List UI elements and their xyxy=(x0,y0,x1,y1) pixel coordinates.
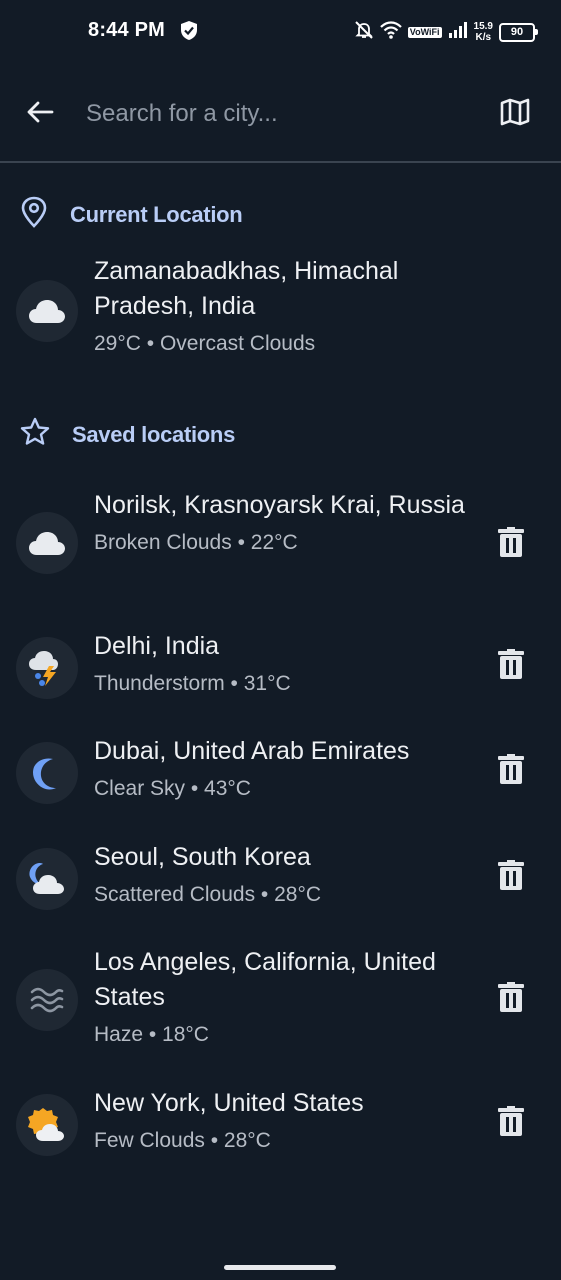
arrow-left-icon xyxy=(26,100,54,129)
location-name: Seoul, South Korea xyxy=(94,843,311,871)
status-bar: 8:44 PM VoWiFi 15.9 K/s 90 xyxy=(0,0,561,62)
location-detail: Clear Sky • 43°C xyxy=(94,777,251,800)
saved-locations-title: Saved locations xyxy=(72,421,236,447)
location-detail: Scattered Clouds • 28°C xyxy=(94,883,322,906)
sun-cloud-icon xyxy=(16,1094,78,1156)
location-detail: Haze • 18°C xyxy=(94,1023,209,1046)
haze-icon xyxy=(16,969,78,1031)
moon-icon xyxy=(16,742,78,804)
delete-button[interactable] xyxy=(491,857,531,897)
wifi-icon xyxy=(380,20,402,44)
location-detail: Few Clouds • 28°C xyxy=(94,1129,271,1152)
search-divider xyxy=(0,161,561,163)
location-name: Zamanabadkhas, Himachal Pradesh, India xyxy=(94,257,399,320)
current-location-header: Current Location xyxy=(20,196,243,233)
status-icons: VoWiFi 15.9 K/s 90 xyxy=(354,16,538,48)
location-name: Norilsk, Krasnoyarsk Krai, Russia xyxy=(94,491,465,519)
trash-icon xyxy=(498,526,524,562)
shield-icon xyxy=(180,20,198,46)
moon-cloud-icon xyxy=(16,848,78,910)
battery-level: 90 xyxy=(510,26,524,38)
location-name: Los Angeles, California, United States xyxy=(94,948,436,1011)
location-name: Delhi, India xyxy=(94,632,220,660)
back-button[interactable] xyxy=(20,94,60,134)
trash-icon xyxy=(498,859,524,895)
cloud-icon xyxy=(16,280,78,342)
trash-icon xyxy=(498,981,524,1017)
delete-button[interactable] xyxy=(491,1103,531,1143)
star-icon xyxy=(20,417,50,452)
map-button[interactable] xyxy=(495,94,535,134)
network-speed: 15.9 K/s xyxy=(474,21,493,43)
location-detail: 29°C • Overcast Clouds xyxy=(94,332,316,355)
cloud-icon xyxy=(16,512,78,574)
location-detail: Thunderstorm • 31°C xyxy=(94,672,291,695)
battery-icon: 90 xyxy=(499,22,538,42)
network-speed-unit: K/s xyxy=(475,32,492,43)
search-input[interactable] xyxy=(86,96,476,132)
home-indicator[interactable] xyxy=(224,1265,336,1270)
status-time: 8:44 PM xyxy=(88,19,165,41)
delete-button[interactable] xyxy=(491,979,531,1019)
thunderstorm-icon xyxy=(16,637,78,699)
delete-button[interactable] xyxy=(491,646,531,686)
saved-locations-header: Saved locations xyxy=(20,417,235,452)
location-detail: Broken Clouds • 22°C xyxy=(94,531,298,554)
network-speed-value: 15.9 xyxy=(473,21,493,32)
trash-icon xyxy=(498,753,524,789)
map-icon xyxy=(500,98,530,131)
current-location-title: Current Location xyxy=(70,201,243,227)
location-name: New York, United States xyxy=(94,1089,364,1117)
delete-button[interactable] xyxy=(491,524,531,564)
search-bar xyxy=(0,72,561,162)
location-name: Dubai, United Arab Emirates xyxy=(94,737,410,765)
trash-icon xyxy=(498,648,524,684)
bell-off-icon xyxy=(354,20,374,45)
trash-icon xyxy=(498,1105,524,1141)
vowifi-badge: VoWiFi xyxy=(407,26,442,38)
delete-button[interactable] xyxy=(491,751,531,791)
signal-icon xyxy=(448,21,468,44)
location-pin-icon xyxy=(20,196,48,233)
